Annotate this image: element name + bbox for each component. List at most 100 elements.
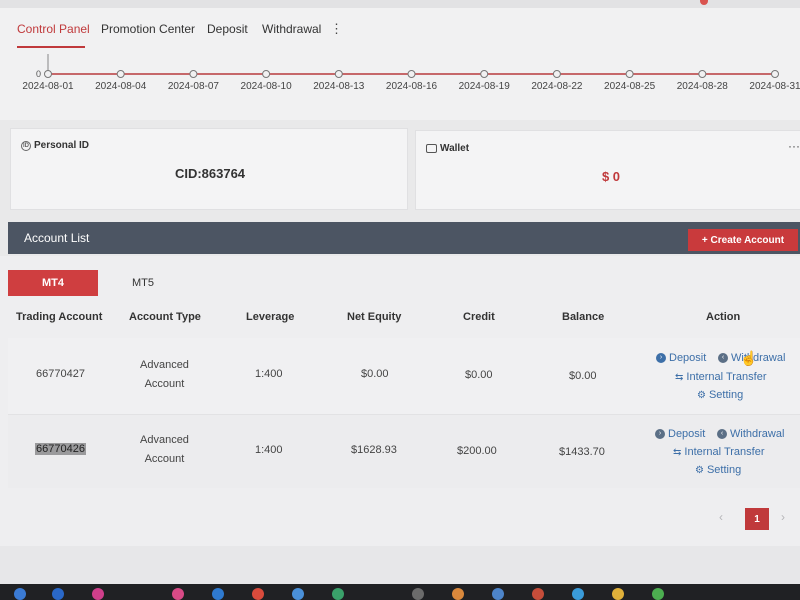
x-tick-label: 2024-08-10 <box>241 81 293 92</box>
create-account-button[interactable]: + Create Account <box>688 229 798 251</box>
data-point <box>552 70 561 78</box>
withdrawal-icon: ‹ <box>718 353 728 363</box>
account-type: Advanced Account <box>140 356 189 394</box>
withdrawal-link[interactable]: ‹ Withdrawal <box>717 428 784 440</box>
more-menu-icon[interactable]: ⋮ <box>330 21 343 37</box>
data-point <box>44 70 52 78</box>
equity-chart: 0 2024-08-01 2024-08-04 2024-08-07 2024-08-1… <box>0 50 800 120</box>
x-tick-label: 2024-08-22 <box>531 81 583 92</box>
x-tick-label: 2024-08-28 <box>677 81 729 92</box>
setting-label: Setting <box>708 389 744 401</box>
transfer-icon: ⇆ <box>673 446 682 458</box>
id-icon: ID <box>21 140 31 151</box>
setting-link[interactable]: ⚙ Setting <box>697 389 743 401</box>
internal-transfer-link[interactable]: ⇆ Internal Transfer <box>673 446 764 458</box>
x-tick-label: 2024-08-25 <box>604 81 656 92</box>
gear-icon: ⚙ <box>697 389 706 401</box>
wallet-card: Wallet ··· $ 0 <box>415 130 800 210</box>
deposit-label: Deposit <box>669 352 707 364</box>
net-equity: $1628.93 <box>351 444 397 456</box>
col-credit: Credit <box>463 311 495 323</box>
col-trading-account: Trading Account <box>16 311 103 323</box>
deposit-icon: › <box>655 429 665 439</box>
personal-id-header: ID Personal ID <box>21 140 89 151</box>
deposit-icon: › <box>656 353 666 363</box>
data-point <box>262 70 271 78</box>
trading-account-number: 66770427 <box>36 368 85 380</box>
balance: $1433.70 <box>559 446 605 458</box>
account-type-line2: Account <box>144 453 185 465</box>
data-point <box>771 70 779 78</box>
data-point <box>189 70 198 78</box>
setting-link[interactable]: ⚙ Setting <box>695 464 741 476</box>
taskbar-app-icon[interactable] <box>172 588 184 600</box>
col-leverage: Leverage <box>246 311 295 323</box>
leverage: 1:400 <box>255 368 283 380</box>
taskbar-app-icon[interactable] <box>452 588 464 600</box>
account-type: Advanced Account <box>140 431 189 469</box>
taskbar <box>0 584 800 600</box>
taskbar-app-icon[interactable] <box>14 588 26 600</box>
wallet-header: Wallet <box>426 143 469 154</box>
taskbar-app-icon[interactable] <box>412 588 424 600</box>
taskbar-app-icon[interactable] <box>52 588 64 600</box>
wallet-balance: $ 0 <box>601 169 621 184</box>
y-tick-label: 0 <box>36 69 41 79</box>
chart-svg: 0 2024-08-01 2024-08-04 2024-08-07 2024-08-1… <box>22 54 800 92</box>
nav-withdrawal[interactable]: Withdrawal <box>262 22 321 36</box>
account-type-line1: Advanced <box>140 434 189 446</box>
col-balance: Balance <box>562 311 605 323</box>
data-point <box>407 70 416 78</box>
deposit-link[interactable]: › Deposit <box>656 352 706 364</box>
taskbar-app-icon[interactable] <box>212 588 224 600</box>
deposit-link[interactable]: › Deposit <box>655 428 705 440</box>
credit: $200.00 <box>457 445 497 457</box>
x-tick-label: 2024-08-16 <box>386 81 438 92</box>
leverage: 1:400 <box>255 444 283 456</box>
page-1-button[interactable]: 1 <box>745 508 769 530</box>
col-account-type: Account Type <box>129 311 201 323</box>
account-list-title: Account List <box>24 231 90 245</box>
account-type-line2: Account <box>144 378 185 390</box>
withdrawal-icon: ‹ <box>717 429 727 439</box>
taskbar-app-icon[interactable] <box>252 588 264 600</box>
internal-transfer-link[interactable]: ⇆ Internal Transfer <box>675 371 766 383</box>
nav-control-panel[interactable]: Control Panel <box>17 22 90 36</box>
active-tab-underline <box>17 46 85 48</box>
personal-id-label: Personal ID <box>34 140 90 151</box>
col-net-equity: Net Equity <box>347 311 402 323</box>
internal-transfer-label: Internal Transfer <box>686 371 767 383</box>
internal-transfer-label: Internal Transfer <box>684 446 765 458</box>
next-page-icon[interactable]: › <box>781 510 785 524</box>
selected-account-number: 66770426 <box>35 443 86 455</box>
page-bottom <box>0 546 800 584</box>
credit: $0.00 <box>465 369 493 381</box>
taskbar-app-icon[interactable] <box>92 588 104 600</box>
x-tick-label: 2024-08-04 <box>95 81 147 92</box>
taskbar-app-icon[interactable] <box>492 588 504 600</box>
balance: $0.00 <box>569 370 597 382</box>
tab-mt5[interactable]: MT5 <box>98 270 188 296</box>
data-point <box>698 70 707 78</box>
taskbar-app-icon[interactable] <box>332 588 344 600</box>
prev-page-icon[interactable]: ‹ <box>719 510 723 524</box>
deposit-label: Deposit <box>668 428 706 440</box>
transfer-icon: ⇆ <box>675 371 684 383</box>
tab-mt4[interactable]: MT4 <box>8 270 98 296</box>
col-action: Action <box>706 311 741 323</box>
taskbar-app-icon[interactable] <box>612 588 624 600</box>
gear-icon: ⚙ <box>695 464 704 476</box>
taskbar-app-icon[interactable] <box>572 588 584 600</box>
notification-dot <box>700 0 708 5</box>
taskbar-app-icon[interactable] <box>292 588 304 600</box>
x-tick-label: 2024-08-19 <box>459 81 511 92</box>
setting-label: Setting <box>706 464 742 476</box>
data-point <box>334 70 343 78</box>
taskbar-app-icon[interactable] <box>532 588 544 600</box>
wallet-more-icon[interactable]: ··· <box>788 139 800 153</box>
taskbar-app-icon[interactable] <box>652 588 664 600</box>
data-point <box>625 70 634 78</box>
nav-deposit[interactable]: Deposit <box>207 22 248 36</box>
withdrawal-label: Withdrawal <box>730 428 785 440</box>
nav-promotion-center[interactable]: Promotion Center <box>101 22 195 36</box>
